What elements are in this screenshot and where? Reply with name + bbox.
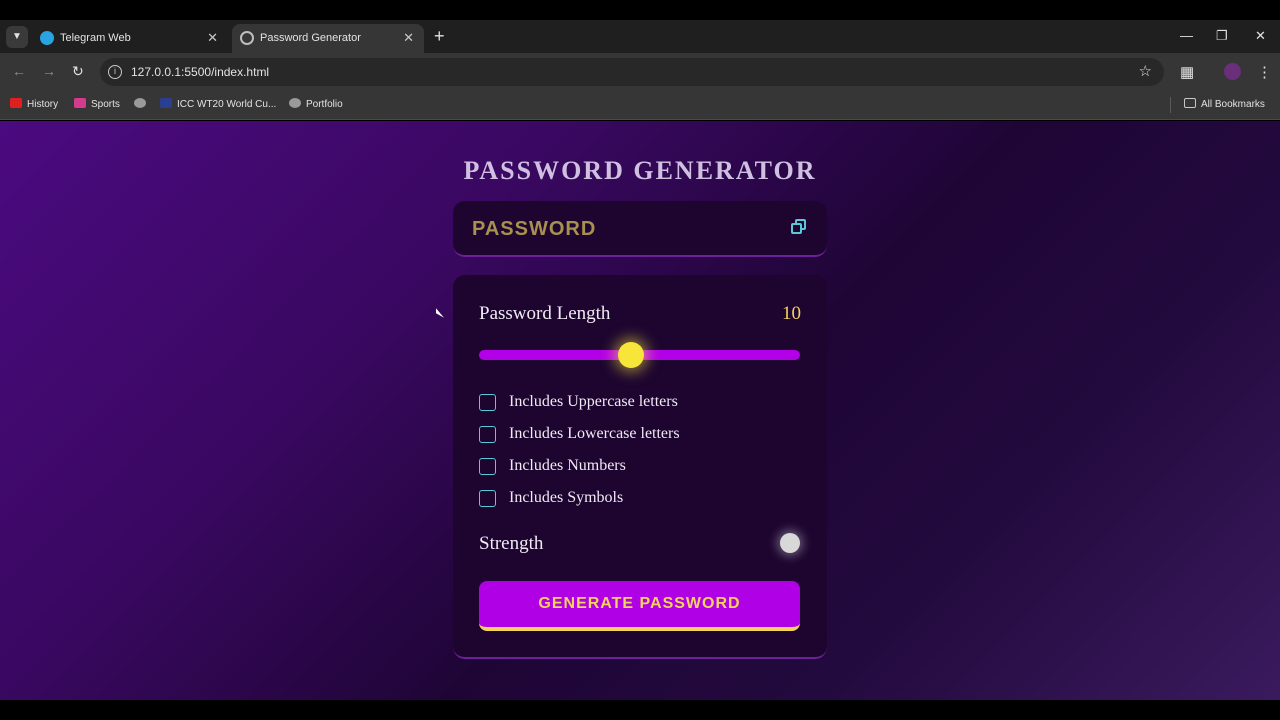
length-value: 10 [782,303,801,324]
bookmark-star-icon[interactable]: ☆ [1139,62,1152,80]
reload-icon[interactable]: ↻ [72,63,84,80]
bookmark-sports[interactable]: Sports [74,98,120,110]
slider-thumb[interactable] [618,342,645,368]
tab-search-icon[interactable]: ▼ [6,26,28,48]
kebab-menu-icon[interactable]: ⋮ [1257,63,1272,81]
minimize-icon[interactable]: — [1180,28,1193,43]
cricket-site-icon [160,98,172,108]
sports-icon [74,98,86,108]
globe-icon [240,31,254,45]
address-bar[interactable]: i 127.0.0.1:5500/index.html ☆ [100,58,1164,86]
page-background: PASSWORD GENERATOR PASSWORD Password Len… [0,121,1280,700]
close-icon[interactable]: ✕ [207,30,218,46]
bookmark-label: Portfolio [306,99,343,110]
strength-label: Strength [479,533,544,554]
bookmark-portfolio[interactable]: Portfolio [289,98,343,110]
copy-icon[interactable] [791,219,807,235]
screen-bottom-bar [0,700,1280,720]
password-display[interactable]: PASSWORD [453,201,827,257]
globe-icon [289,98,301,108]
bookmarks-divider [1170,97,1171,113]
uppercase-checkbox[interactable] [479,394,496,411]
page-title: PASSWORD GENERATOR [463,156,817,185]
numbers-checkbox[interactable] [479,458,496,475]
symbols-checkbox[interactable] [479,490,496,507]
back-arrow-icon[interactable]: ← [12,63,26,79]
settings-card: Password Length 10 Includes Uppercase le… [453,275,827,659]
tab-strip: ▼ Telegram Web ✕ Password Generator ✕ + … [0,20,1280,53]
window-close-icon[interactable]: ✕ [1255,28,1266,44]
forward-arrow-icon[interactable]: → [42,63,56,79]
bookmark-label: History [27,99,59,110]
profile-avatar[interactable] [1224,63,1241,80]
extensions-puzzle-icon[interactable]: ▦ [1180,63,1194,81]
tab-title: Telegram Web [60,32,131,44]
bookmarks-bar: History Sports ICC WT20 World Cu... Port… [0,91,1280,120]
lowercase-checkbox[interactable] [479,426,496,443]
telegram-icon [40,31,54,45]
bookmark-icc[interactable]: ICC WT20 World Cu... [160,98,276,110]
folder-icon [1184,98,1196,108]
option-uppercase[interactable]: Includes Uppercase letters [479,393,799,413]
bookmark-label: Sports [91,99,120,110]
youtube-icon [10,98,22,108]
password-output[interactable]: PASSWORD [472,218,596,241]
all-bookmarks[interactable]: All Bookmarks [1184,98,1265,110]
bookmark-history[interactable]: History [10,98,58,110]
tab-telegram-web[interactable]: Telegram Web ✕ [32,24,228,53]
browser-toolbar: ← → ↻ i 127.0.0.1:5500/index.html ☆ ▦ ⋮ [0,53,1280,91]
option-label: Includes Lowercase letters [509,425,680,442]
option-label: Includes Numbers [509,457,626,474]
generate-password-button[interactable]: GENERATE PASSWORD [479,581,800,631]
bookmark-label: ICC WT20 World Cu... [177,99,277,110]
option-lowercase[interactable]: Includes Lowercase letters [479,425,799,445]
address-url[interactable]: 127.0.0.1:5500/index.html [131,65,269,79]
bookmark-label: All Bookmarks [1201,99,1265,110]
tab-password-generator[interactable]: Password Generator ✕ [232,24,424,53]
option-symbols[interactable]: Includes Symbols [479,489,799,509]
restore-icon[interactable]: ❐ [1216,28,1228,44]
screen-top-bar [0,0,1280,20]
length-label: Password Length [479,303,611,324]
strength-indicator [780,533,800,553]
site-info-icon[interactable]: i [108,65,122,79]
option-numbers[interactable]: Includes Numbers [479,457,799,477]
length-slider[interactable] [479,342,800,368]
option-label: Includes Uppercase letters [509,393,678,410]
globe-icon [134,98,146,108]
bookmark-globe[interactable] [134,98,151,110]
tab-title: Password Generator [260,32,361,44]
new-tab-plus-icon[interactable]: + [434,26,445,47]
option-label: Includes Symbols [509,489,624,506]
close-icon[interactable]: ✕ [403,30,414,46]
